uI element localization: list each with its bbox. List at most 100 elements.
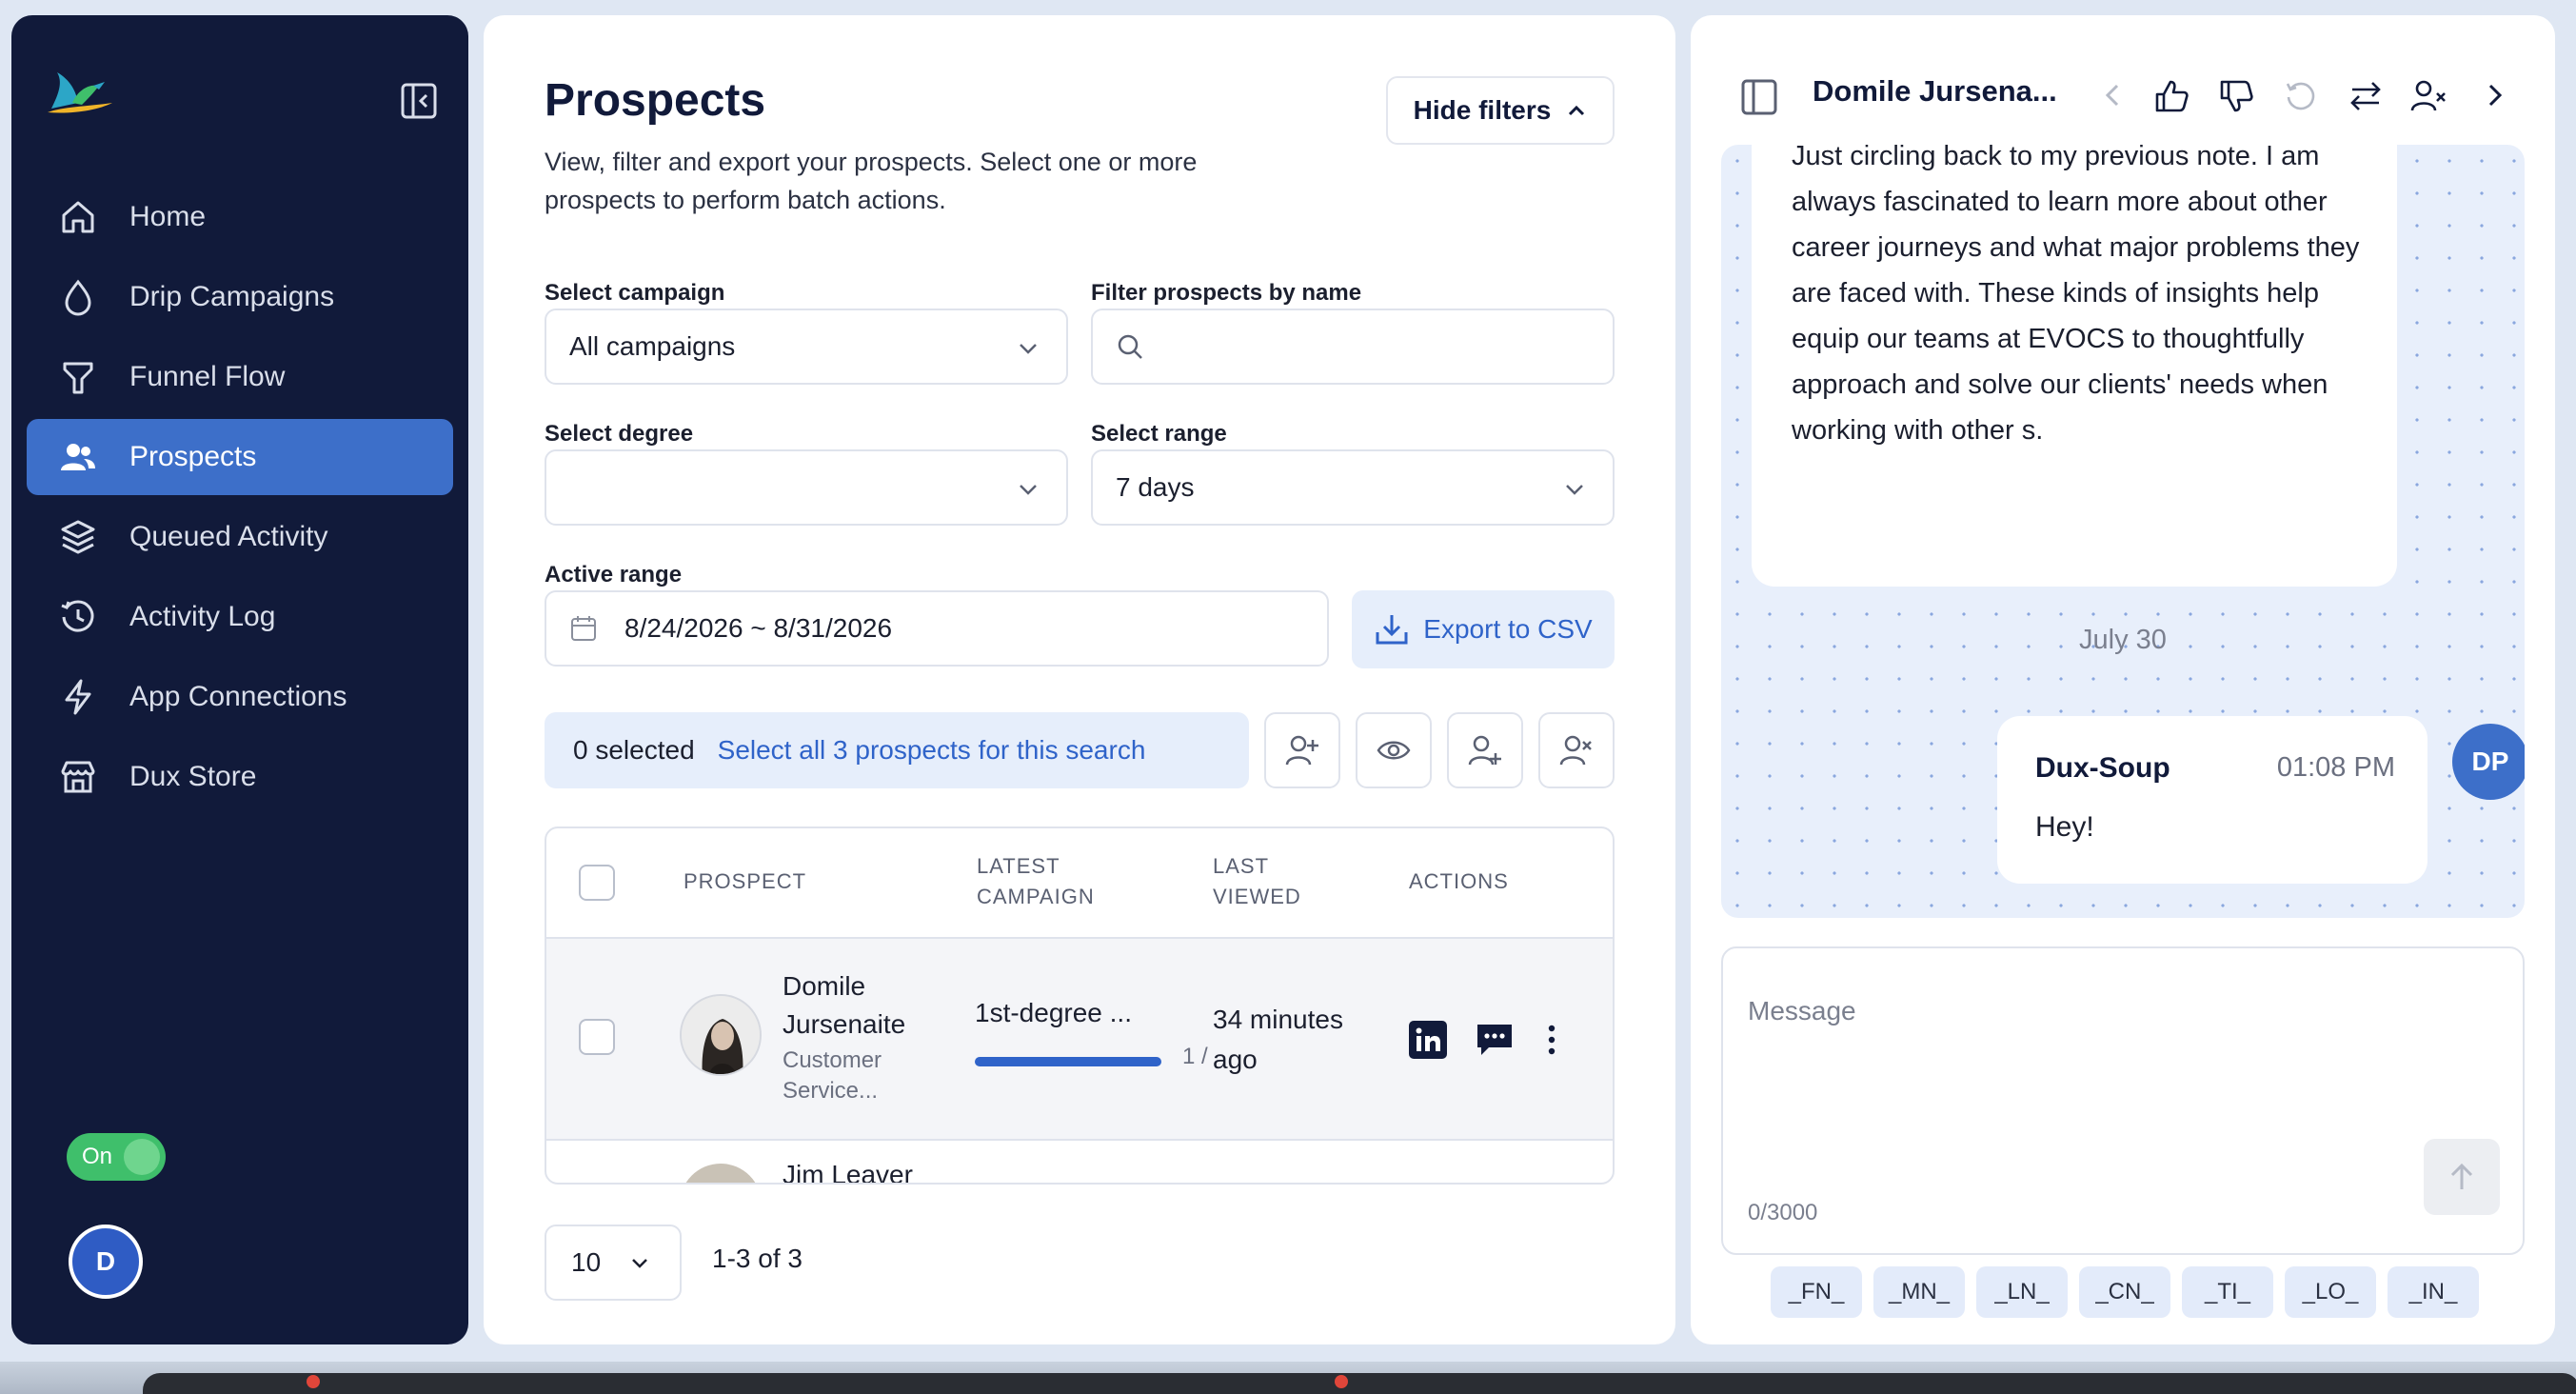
- prospect-name[interactable]: Domile Jursenaite: [783, 967, 944, 1044]
- sidebar-item-label: Drip Campaigns: [129, 281, 335, 312]
- dux-soup-logo[interactable]: [44, 65, 120, 118]
- toggle-label: On: [82, 1144, 113, 1169]
- select-range-label: Select range: [1091, 421, 1227, 447]
- range-select[interactable]: 7 days: [1091, 449, 1615, 526]
- export-csv-label: Export to CSV: [1423, 614, 1593, 644]
- prospects-table: PROSPECT LATEST CAMPAIGN LAST VIEWED ACT…: [545, 826, 1615, 1185]
- campaign-select[interactable]: All campaigns: [545, 309, 1068, 385]
- prospect-avatar[interactable]: [680, 994, 762, 1076]
- sidebar-panel-icon[interactable]: [1740, 78, 1778, 116]
- prospect-title-line: Service...: [783, 1078, 879, 1104]
- sidebar-item-prospects[interactable]: Prospects: [27, 419, 453, 495]
- select-all-checkbox[interactable]: [579, 865, 615, 901]
- chevron-left-icon[interactable]: [2098, 78, 2127, 112]
- chevron-right-icon[interactable]: [2481, 78, 2509, 112]
- prospect-name[interactable]: Jim Leaver: [783, 1160, 913, 1183]
- row-checkbox[interactable]: [579, 1019, 615, 1055]
- token-industry[interactable]: _IN_: [2388, 1266, 2479, 1318]
- linkedin-icon[interactable]: [1409, 1021, 1447, 1059]
- arrow-up-icon: [2450, 1163, 2473, 1189]
- user-initial: D: [95, 1246, 116, 1276]
- date-separator: July 30: [2079, 625, 2167, 655]
- send-button[interactable]: [2424, 1139, 2500, 1215]
- refresh-icon[interactable]: [2283, 78, 2319, 114]
- message-icon[interactable]: [1476, 1021, 1514, 1059]
- token-title[interactable]: _TI_: [2182, 1266, 2273, 1318]
- swap-icon[interactable]: [2348, 78, 2384, 114]
- conversation-panel: Domile Jursena... Just circling back to …: [1691, 15, 2555, 1344]
- incoming-message-text: Just circling back to my previous note. …: [1792, 145, 2360, 446]
- column-header-actions: ACTIONS: [1409, 869, 1509, 893]
- store-icon: [59, 758, 97, 796]
- sidebar-item-label: Home: [129, 201, 207, 232]
- sidebar-item-label: Queued Activity: [129, 521, 328, 552]
- download-icon: [1376, 615, 1408, 645]
- message-thread[interactable]: Just circling back to my previous note. …: [1721, 145, 2525, 918]
- prospects-panel: Prospects View, filter and export your p…: [484, 15, 1675, 1344]
- hide-filters-label: Hide filters: [1413, 95, 1552, 125]
- column-header-latest-campaign: LATEST CAMPAIGN: [977, 851, 1095, 912]
- drop-icon: [59, 278, 97, 316]
- automation-toggle[interactable]: On: [67, 1133, 166, 1181]
- chevron-up-icon: [1569, 105, 1585, 116]
- prospect-avatar[interactable]: [680, 1164, 762, 1183]
- table-row[interactable]: Domile Jursenaite Customer Service... 1s…: [546, 939, 1613, 1141]
- sidebar-item-dux-store[interactable]: Dux Store: [27, 739, 453, 815]
- user-avatar[interactable]: D: [69, 1225, 143, 1299]
- sidebar-collapse-icon[interactable]: [400, 82, 438, 120]
- column-header-line: LAST: [1213, 854, 1270, 878]
- eye-icon: [1377, 741, 1411, 760]
- message-placeholder: Message: [1748, 996, 1856, 1026]
- thumbs-up-icon[interactable]: [2153, 78, 2190, 114]
- visit-profile-button[interactable]: [1356, 712, 1432, 788]
- page-size-select[interactable]: 10: [545, 1225, 682, 1301]
- users-icon: [59, 438, 97, 476]
- connect-button[interactable]: [1447, 712, 1523, 788]
- latest-campaign[interactable]: 1st-degree ...: [975, 998, 1132, 1028]
- token-middle-name[interactable]: _MN_: [1873, 1266, 1965, 1318]
- token-location[interactable]: _LO_: [2285, 1266, 2376, 1318]
- sidebar-item-funnel-flow[interactable]: Funnel Flow: [27, 339, 453, 415]
- date-range-picker[interactable]: 8/24/2026 ~ 8/31/2026: [545, 590, 1329, 667]
- add-to-campaign-button[interactable]: [1264, 712, 1340, 788]
- message-input[interactable]: Message 0/3000: [1721, 946, 2525, 1255]
- funnel-icon: [59, 358, 97, 396]
- chevron-down-icon: [1020, 485, 1037, 495]
- table-row[interactable]: Jim Leaver: [546, 1143, 1613, 1183]
- prospect-title: Customer Service...: [783, 1046, 944, 1106]
- page-size-value: 10: [571, 1247, 602, 1277]
- user-remove-icon: [1559, 735, 1592, 766]
- select-campaign-label: Select campaign: [545, 280, 725, 306]
- sidebar-item-queued-activity[interactable]: Queued Activity: [27, 499, 453, 575]
- table-header: PROSPECT LATEST CAMPAIGN LAST VIEWED ACT…: [546, 828, 1613, 939]
- date-range-value: 8/24/2026 ~ 8/31/2026: [624, 613, 893, 643]
- token-last-name[interactable]: _LN_: [1976, 1266, 2068, 1318]
- sidebar-item-app-connections[interactable]: App Connections: [27, 659, 453, 735]
- remove-prospect-button[interactable]: [1538, 712, 1615, 788]
- outgoing-message-bubble: Dux-Soup 01:08 PM Hey!: [1997, 716, 2427, 884]
- select-degree-label: Select degree: [545, 421, 694, 447]
- sidebar-item-drip-campaigns[interactable]: Drip Campaigns: [27, 259, 453, 335]
- name-search-input[interactable]: [1091, 309, 1615, 385]
- user-remove-icon[interactable]: [2410, 78, 2448, 114]
- page-description: View, filter and export your prospects. …: [545, 148, 1198, 214]
- column-header-prospect: PROSPECT: [684, 869, 807, 893]
- message-time: 01:08 PM: [2276, 752, 2395, 783]
- more-options-icon[interactable]: [1542, 1021, 1561, 1059]
- last-viewed-line: 34 minutes: [1213, 1005, 1343, 1034]
- column-header-line: VIEWED: [1213, 885, 1301, 908]
- degree-select[interactable]: [545, 449, 1068, 526]
- token-first-name[interactable]: _FN_: [1771, 1266, 1862, 1318]
- thumbs-down-icon[interactable]: [2218, 78, 2254, 114]
- sender-avatar: DP: [2452, 724, 2525, 800]
- export-csv-button[interactable]: Export to CSV: [1352, 590, 1615, 668]
- sidebar-item-home[interactable]: Home: [27, 179, 453, 255]
- token-company-name[interactable]: _CN_: [2079, 1266, 2170, 1318]
- hide-filters-button[interactable]: Hide filters: [1386, 76, 1615, 145]
- sidebar-item-label: Activity Log: [129, 601, 276, 632]
- page-title: Prospects: [545, 75, 766, 126]
- select-all-link[interactable]: Select all 3 prospects for this search: [718, 735, 1146, 766]
- prospect-title-line: Customer: [783, 1047, 882, 1073]
- prospect-name-line: Domile: [783, 971, 866, 1001]
- sidebar-item-activity-log[interactable]: Activity Log: [27, 579, 453, 655]
